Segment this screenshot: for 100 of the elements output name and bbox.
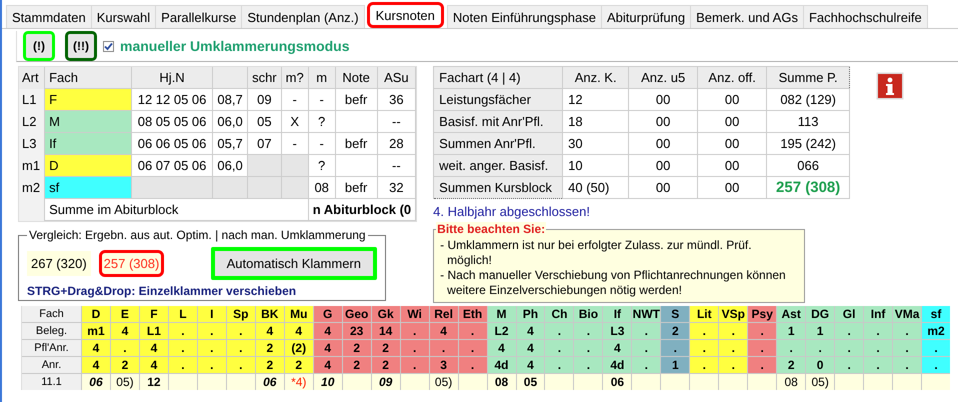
compare-title: Vergleich: Ergebn. aus aut. Optim. | nach man. Umklammerung xyxy=(28,228,367,242)
column-header[interactable]: I xyxy=(198,306,226,322)
column-header[interactable]: Eth xyxy=(458,306,487,322)
column-header[interactable]: Lit xyxy=(690,306,718,322)
column-header[interactable]: S xyxy=(661,306,690,322)
table-cell: *4) xyxy=(284,374,313,390)
column-header[interactable]: Ast xyxy=(777,306,806,322)
tab[interactable]: Kursnoten xyxy=(366,2,444,28)
table-cell: . xyxy=(835,340,864,356)
table-cell: 12 xyxy=(562,88,629,110)
table-cell: 28 xyxy=(377,132,416,154)
mode-button[interactable]: (!) xyxy=(23,31,55,61)
column-header[interactable]: E xyxy=(110,306,139,322)
table-cell xyxy=(922,374,950,390)
auto-bracket-button[interactable]: Automatisch Klammern xyxy=(210,247,377,280)
table-cell: m2 xyxy=(922,323,950,339)
column-header: Anz. u5 xyxy=(628,66,698,88)
column-header[interactable]: G xyxy=(314,306,342,322)
table-cell: 18 xyxy=(562,110,629,132)
column-header[interactable]: sf xyxy=(922,306,950,322)
table-cell: 06 xyxy=(603,374,632,390)
mode-button[interactable]: (!!) xyxy=(65,31,97,61)
tab[interactable]: Stammdaten xyxy=(6,5,92,28)
tab[interactable]: Fachhochschulreife xyxy=(802,5,928,28)
table-cell: . xyxy=(922,340,950,356)
table-cell: 2 xyxy=(110,357,139,373)
table-cell[interactable]: F xyxy=(44,88,132,110)
table-cell: 4 xyxy=(82,340,110,356)
table-cell: - xyxy=(281,88,308,110)
table-cell xyxy=(864,374,892,390)
table-cell: . xyxy=(400,323,429,339)
table-cell: 2 xyxy=(372,340,400,356)
table-cell: 23 xyxy=(342,323,371,339)
column-header[interactable]: M xyxy=(488,306,516,322)
column-header[interactable]: BK xyxy=(256,306,284,322)
auto-result: 267 (320) xyxy=(27,251,91,276)
table-cell: . xyxy=(835,357,864,373)
row-header: Beleg. xyxy=(22,323,81,339)
tab[interactable]: Kurswahl xyxy=(90,5,156,28)
table-cell: ? xyxy=(308,154,336,176)
column-header[interactable]: Ch xyxy=(545,306,574,322)
table-cell: 05) xyxy=(110,374,139,390)
table-cell xyxy=(748,374,776,390)
column-header[interactable]: Rel xyxy=(430,306,458,322)
table-cell: . xyxy=(226,323,255,339)
table-cell: . xyxy=(864,340,892,356)
column-header[interactable]: DG xyxy=(806,306,834,322)
mode-label: manueller Umklammerungsmodus xyxy=(120,38,350,54)
table-cell: L3 xyxy=(603,323,632,339)
tab[interactable]: Bemerk. und AGs xyxy=(690,5,804,28)
column-header[interactable]: Gl xyxy=(835,306,864,322)
column-header[interactable]: If xyxy=(603,306,632,322)
table-cell: n Abiturblock (0 xyxy=(308,198,416,220)
table-cell: 4 xyxy=(603,340,632,356)
table-cell: 09 xyxy=(248,88,282,110)
column-header[interactable]: VMa xyxy=(893,306,922,322)
table-cell: . xyxy=(719,357,748,373)
table-cell: 4d xyxy=(488,357,516,373)
table-cell: 4 xyxy=(516,340,544,356)
column-header[interactable]: Sp xyxy=(226,306,255,322)
column-header[interactable]: L xyxy=(168,306,197,322)
table-cell: . xyxy=(632,357,660,373)
table-cell: . xyxy=(574,357,602,373)
table-cell: 3 xyxy=(430,357,458,373)
table-cell: . xyxy=(690,357,718,373)
table-cell: 4 xyxy=(314,323,342,339)
table-cell: . xyxy=(661,340,690,356)
info-icon[interactable] xyxy=(876,72,904,100)
column-header[interactable]: Psy xyxy=(748,306,776,322)
table-cell: . xyxy=(632,340,660,356)
column-header[interactable]: Gk xyxy=(372,306,400,322)
table-cell[interactable]: sf xyxy=(44,176,132,198)
column-header[interactable]: D xyxy=(82,306,110,322)
table-cell[interactable]: If xyxy=(44,132,132,154)
table-cell: 10 xyxy=(562,154,629,176)
table-cell: . xyxy=(922,357,950,373)
table-cell: X xyxy=(281,110,308,132)
table-cell[interactable]: D xyxy=(44,154,132,176)
column-header[interactable]: Bio xyxy=(574,306,602,322)
tab[interactable]: Parallelkurse xyxy=(155,5,242,28)
notice-text: - Nach manueller Verschiebung von Pflichtanrechnungen können weitere Einzelverschiebungen nötig werden! xyxy=(440,268,787,298)
table-cell: 0 xyxy=(806,357,834,373)
table-cell: . xyxy=(748,323,776,339)
tab[interactable]: Noten Einführungsphase xyxy=(446,5,602,28)
column-header[interactable]: F xyxy=(140,306,168,322)
column-header[interactable]: Inf xyxy=(864,306,892,322)
column-header[interactable]: Mu xyxy=(284,306,313,322)
column-header[interactable]: NWT xyxy=(632,306,660,322)
table-cell: . xyxy=(198,357,226,373)
column-header[interactable]: VSp xyxy=(719,306,748,322)
table-cell: 00 xyxy=(628,88,698,110)
table-cell[interactable]: M xyxy=(44,110,132,132)
tab[interactable]: Stundenplan (Anz.) xyxy=(241,5,365,28)
column-header[interactable]: Ph xyxy=(516,306,544,322)
tab[interactable]: Abiturprüfung xyxy=(601,5,692,28)
checkbox[interactable] xyxy=(103,40,114,52)
column-header[interactable]: Geo xyxy=(342,306,371,322)
table-cell: 2 xyxy=(342,340,371,356)
column-header[interactable]: Wi xyxy=(400,306,429,322)
table-cell: . xyxy=(168,357,197,373)
